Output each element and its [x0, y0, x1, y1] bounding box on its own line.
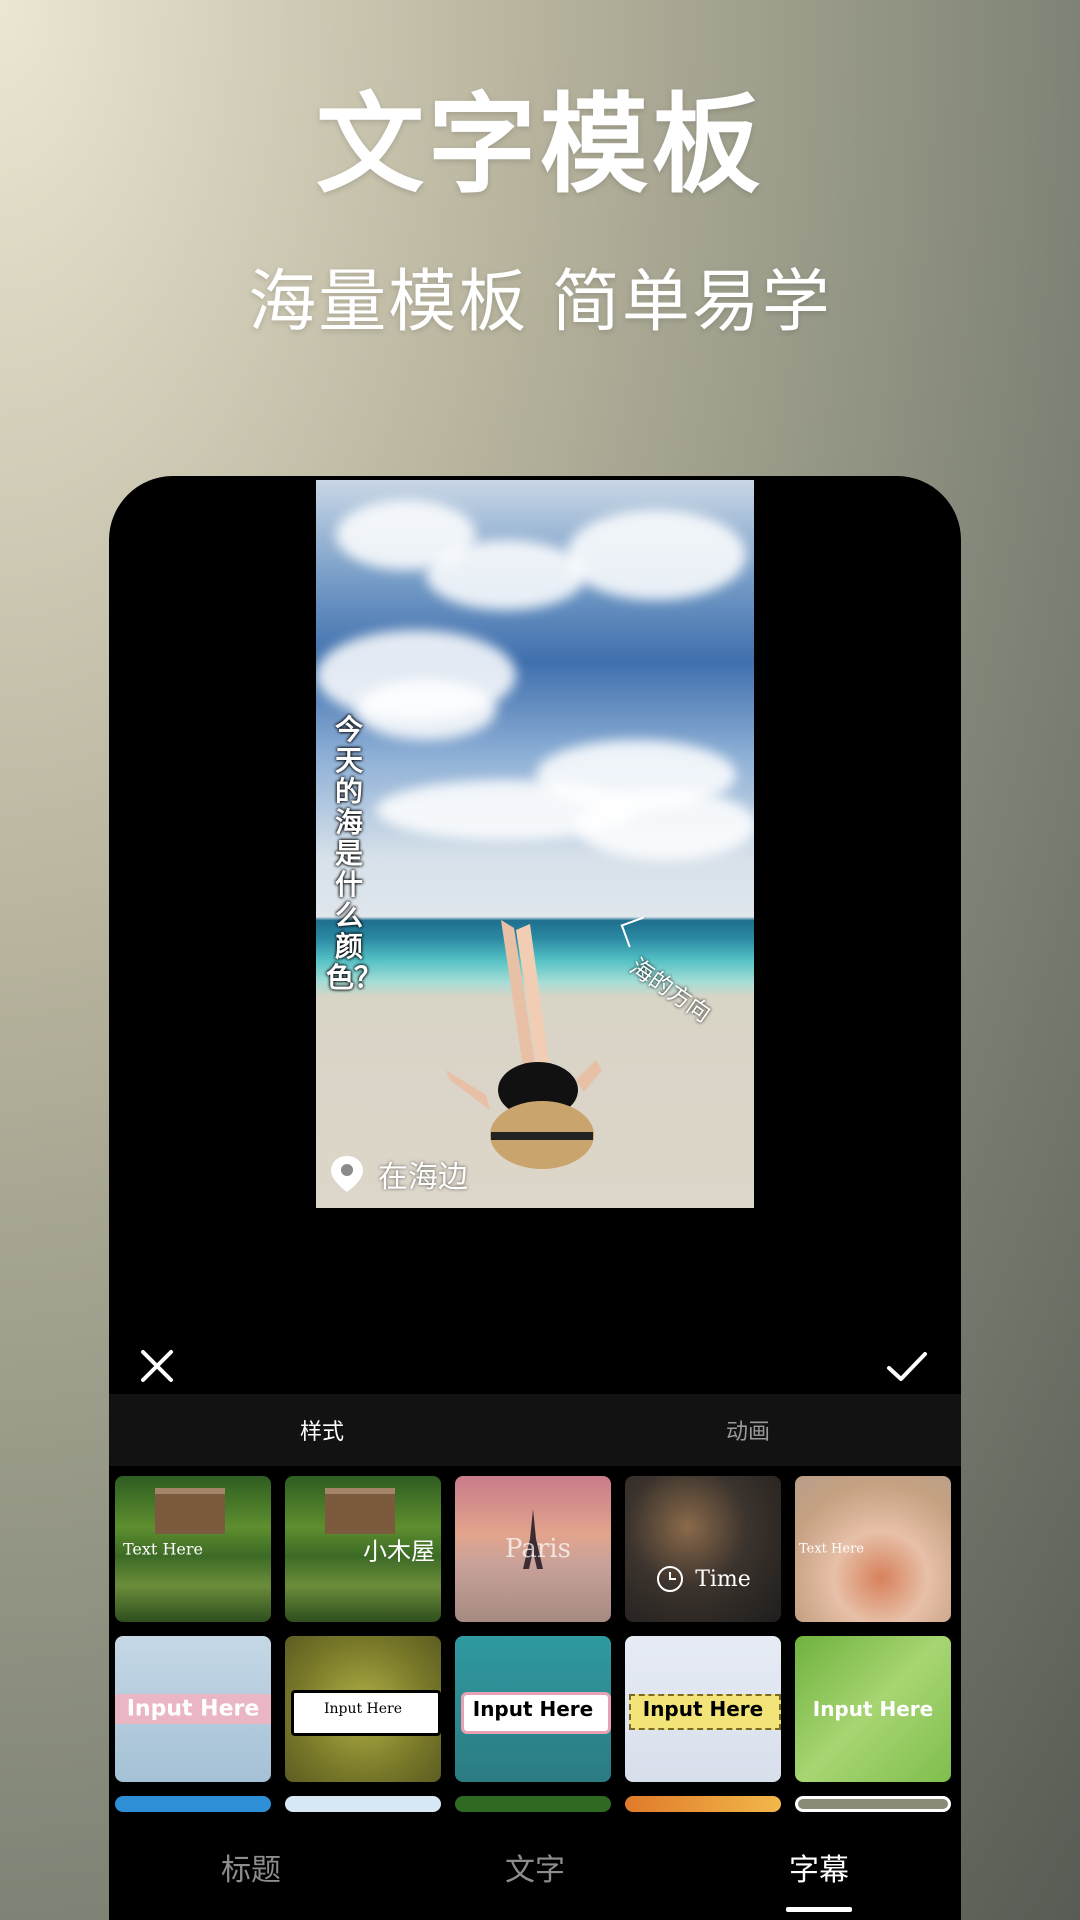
template-label: Text Here: [123, 1539, 203, 1559]
template-label: Input Here: [323, 1701, 403, 1717]
template-label: Input Here: [642, 1697, 764, 1721]
template-tile[interactable]: Time: [625, 1476, 781, 1622]
template-tile[interactable]: [285, 1796, 441, 1812]
template-label: Input Here: [812, 1697, 934, 1721]
nav-tab-subtitle[interactable]: 字幕: [677, 1813, 961, 1920]
template-tile[interactable]: 小木屋: [285, 1476, 441, 1622]
template-tile[interactable]: Input Here: [455, 1636, 611, 1782]
tab-animation[interactable]: 动画: [535, 1394, 961, 1466]
template-label: Paris: [505, 1534, 571, 1564]
template-tile[interactable]: Input Here: [795, 1636, 951, 1782]
vertical-caption[interactable]: 今天的海是什么颜色？: [326, 714, 382, 993]
template-label: Time: [625, 1564, 781, 1594]
nav-tab-text[interactable]: 文字: [393, 1813, 677, 1920]
location-pin-icon: [331, 1156, 363, 1192]
tab-style[interactable]: 样式: [109, 1394, 535, 1466]
template-tile[interactable]: Text Here: [795, 1476, 951, 1622]
template-tile[interactable]: Paris: [455, 1476, 611, 1622]
video-preview[interactable]: 今天的海是什么颜色？ 海的方向 在海边: [316, 480, 754, 1208]
active-tab-indicator: [786, 1907, 852, 1912]
close-icon[interactable]: [133, 1342, 181, 1390]
person-illustration: [446, 920, 602, 1169]
promo-subtitle: 海量模板 简单易学: [248, 263, 832, 342]
template-tile[interactable]: Input Here: [285, 1636, 441, 1782]
template-label: 小木屋: [363, 1537, 435, 1566]
phone-frame: 今天的海是什么颜色？ 海的方向 在海边 样式 动画 Text Here 小木屋: [109, 476, 961, 1920]
clock-icon: [657, 1566, 684, 1592]
template-label: Input Here: [126, 1696, 260, 1722]
template-label: Text Here: [799, 1541, 864, 1557]
template-label: Input Here: [472, 1697, 594, 1721]
confirm-check-icon[interactable]: [883, 1342, 931, 1390]
template-tile[interactable]: [455, 1796, 611, 1812]
promo-title: 文字模板: [315, 83, 764, 208]
template-tile[interactable]: [625, 1796, 781, 1812]
location-sticker[interactable]: 在海边: [330, 1152, 468, 1196]
style-animation-segment: 样式 动画: [109, 1394, 961, 1466]
template-tile[interactable]: [795, 1796, 951, 1812]
template-label-text: Time: [695, 1566, 751, 1592]
template-tile[interactable]: [115, 1796, 271, 1812]
template-tile[interactable]: Input Here: [115, 1636, 271, 1782]
location-label: 在海边: [378, 1160, 468, 1195]
bottom-nav: 标题 文字 字幕: [109, 1813, 961, 1920]
nav-tab-title[interactable]: 标题: [109, 1813, 393, 1920]
template-tile[interactable]: Text Here: [115, 1476, 271, 1622]
template-tile[interactable]: Input Here: [625, 1636, 781, 1782]
